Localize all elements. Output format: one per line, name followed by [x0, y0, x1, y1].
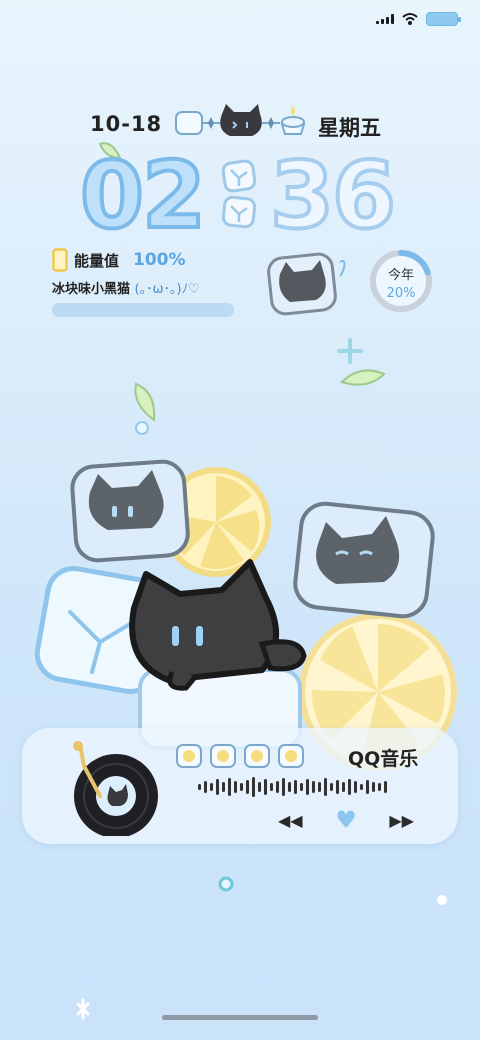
date-decoration	[175, 104, 306, 136]
waveform-bar	[276, 781, 279, 793]
cat-head-icon	[220, 104, 262, 136]
previous-track-button[interactable]: ◀◀	[278, 811, 303, 830]
waveform-bar	[354, 781, 357, 793]
energy-value: 100%	[133, 250, 186, 270]
waveform-bar	[300, 783, 303, 791]
bubble-icon	[218, 876, 234, 892]
lemon-chip-row	[176, 744, 304, 768]
waveform-bar	[372, 782, 375, 792]
bubble-icon	[135, 421, 149, 435]
waveform-bar	[282, 778, 285, 796]
waveform-bar	[348, 779, 351, 795]
playback-controls: ◀◀ ♥ ▶▶	[278, 806, 414, 834]
lemon-chip-icon	[176, 744, 202, 768]
cat-ice-cube-icon	[293, 501, 435, 619]
lemon-chip-icon	[210, 744, 236, 768]
cat-name-label: 冰块味小黑猫 (｡･ω･｡)ﾉ♡	[52, 278, 200, 297]
heart-icon[interactable]: ♥	[335, 806, 357, 834]
cat-ice-cube-icon	[70, 459, 190, 563]
sparkle-icon	[337, 338, 363, 364]
lemon-chip-icon	[278, 744, 304, 768]
leaf-icon	[134, 382, 156, 422]
waveform-bar	[312, 781, 315, 793]
weekday-label: 星期五	[318, 116, 381, 140]
cellular-signal-icon	[376, 14, 394, 24]
waveform-bar	[336, 780, 339, 794]
waveform-bar	[258, 782, 261, 792]
waveform-bar	[240, 783, 243, 791]
waveform-bar	[210, 783, 213, 791]
clock-separator-ice-icon	[221, 159, 257, 229]
waveform-bar	[288, 782, 291, 792]
year-value: 20%	[386, 286, 416, 301]
leaf-icon	[340, 369, 386, 386]
waveform-bar	[342, 782, 345, 792]
lemon-chip-icon	[244, 744, 270, 768]
black-cat-illustration	[129, 559, 307, 691]
wallpaper-illustration	[34, 142, 457, 1020]
waveform-bar	[378, 783, 381, 791]
wallpaper-caption: Ice cube little black cat	[50, 966, 430, 997]
wifi-icon	[402, 13, 418, 25]
clock-minutes: 36	[268, 142, 398, 249]
waveform-bar	[384, 781, 387, 793]
energy-progress-fill	[52, 303, 234, 317]
next-track-button[interactable]: ▶▶	[389, 811, 414, 830]
year-label: 今年	[387, 268, 414, 283]
waveform-bar	[204, 781, 207, 793]
waveform-bar	[294, 780, 297, 794]
cat-ice-cube-icon	[267, 252, 346, 316]
waveform-bar	[252, 777, 255, 797]
waveform-bar	[198, 784, 201, 790]
waveform-bar	[306, 779, 309, 795]
status-bar	[376, 12, 461, 26]
waveform-bar	[330, 783, 333, 791]
vinyl-record-icon	[73, 741, 158, 836]
battery-icon	[426, 12, 461, 26]
waveform-bar	[360, 784, 363, 790]
bubble-icon	[437, 895, 447, 905]
waveform-bar	[216, 779, 219, 795]
waveform-bar	[222, 782, 225, 792]
energy-progress-bar	[52, 303, 234, 317]
waveform-bar	[270, 783, 273, 791]
waveform-bar	[366, 780, 369, 794]
waveform-bar	[246, 780, 249, 794]
cat-name-kaomoji: (｡･ω･｡)ﾉ♡	[134, 282, 200, 297]
clock-hours: 02	[78, 142, 208, 249]
sparkle-icon	[76, 998, 90, 1020]
cake-icon	[280, 106, 306, 135]
date-label: 10-18	[90, 112, 163, 136]
cat-name-text: 冰块味小黑猫	[52, 282, 131, 297]
ice-cube-icon	[175, 111, 203, 135]
energy-label: 能量值	[74, 251, 120, 270]
waveform-bar	[228, 778, 231, 796]
energy-widget: 能量值 100%	[52, 248, 186, 272]
waveform-bar	[264, 779, 267, 795]
audio-waveform	[198, 776, 387, 798]
home-indicator[interactable]	[162, 1015, 318, 1020]
waveform-bar	[324, 778, 327, 796]
music-app-name: QQ音乐	[348, 748, 419, 770]
waveform-bar	[318, 782, 321, 792]
phone-battery-icon	[52, 248, 68, 272]
waveform-bar	[234, 781, 237, 793]
